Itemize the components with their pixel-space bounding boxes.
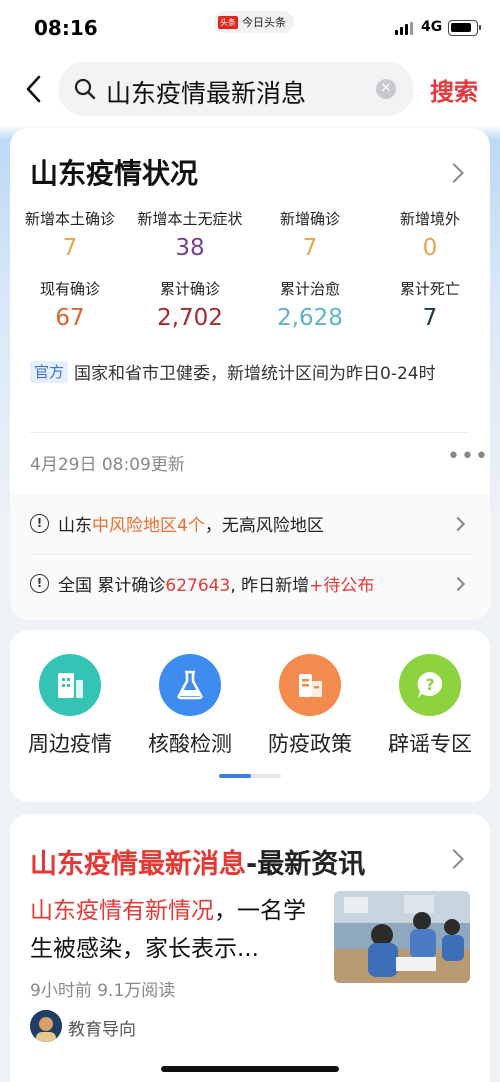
chevron-right-icon [450, 516, 466, 532]
stat-value: 0 [422, 235, 438, 261]
news-title[interactable]: 山东疫情有新情况，一名学生被感染，家长表示... [30, 892, 320, 968]
stat-item: 新增境外 0 [370, 208, 490, 261]
clear-icon[interactable]: ✕ [376, 79, 396, 99]
official-tag: 官方 [30, 361, 69, 383]
stat-label: 累计治愈 [279, 280, 340, 298]
stat-label: 新增境外 [399, 210, 460, 228]
signal-icon [395, 22, 415, 35]
stat-item: 累计死亡 7 [370, 278, 490, 331]
stat-value: 7 [302, 235, 318, 261]
news-meta: 9小时前 9.1万阅读 [30, 981, 176, 1001]
svg-text:?: ? [425, 675, 434, 694]
stat-item: 现有确诊 67 [10, 278, 130, 331]
search-bar: 山东疫情最新消息 ✕ 搜索 [0, 58, 500, 120]
page-indicator [219, 774, 281, 778]
buildings-icon [39, 654, 101, 716]
alert-text: 山东中风险地区4个，无高风险地区 [58, 516, 324, 536]
shortcut-label: 周边疫情 [28, 732, 112, 756]
author-avatar[interactable] [30, 1010, 62, 1042]
stat-label: 现有确诊 [39, 280, 100, 298]
stat-item: 新增本土无症状 38 [130, 208, 250, 261]
chevron-right-icon [450, 576, 466, 592]
back-button[interactable] [18, 72, 48, 106]
stat-value: 2,702 [157, 305, 223, 331]
alert-row-national[interactable]: ! 全国 累计确诊627643, 昨日新增+待公布 [10, 556, 490, 612]
shortcut-nucleic-test[interactable]: 核酸检测 [130, 654, 250, 758]
shortcut-label: 防疫政策 [268, 732, 352, 756]
alert-row-province[interactable]: ! 山东中风险地区4个，无高风险地区 [10, 496, 490, 552]
shortcut-label: 辟谣专区 [388, 732, 472, 756]
stat-value: 67 [55, 305, 85, 331]
app-indicator[interactable]: 头条 今日头条 [214, 11, 294, 33]
status-bar: 08:16 头条 今日头条 4G [0, 0, 500, 58]
author-name[interactable]: 教育导向 [68, 1015, 136, 1040]
shortcut-nearby[interactable]: 周边疫情 [10, 654, 130, 758]
shortcuts-card: 周边疫情 核酸检测 防疫政策 ? 辟谣专区 [10, 630, 490, 802]
news-card: 山东疫情最新消息-最新资讯 山东疫情有新情况，一名学生被感染，家长表示... 9… [10, 814, 490, 1082]
news-header[interactable]: 山东疫情最新消息-最新资讯 [30, 842, 365, 881]
stat-label: 累计确诊 [159, 280, 220, 298]
app-name: 今日头条 [242, 16, 286, 29]
stat-label: 累计死亡 [399, 280, 460, 298]
stat-value: 7 [422, 305, 438, 331]
stat-item: 累计确诊 2,702 [130, 278, 250, 331]
stat-label: 新增本土无症状 [137, 210, 243, 228]
news-thumbnail[interactable] [334, 891, 470, 983]
source-note: 官方 国家和省市卫健委，新增统计区间为昨日0-24时 [30, 358, 475, 390]
stat-label: 新增确诊 [279, 210, 340, 228]
stats-title[interactable]: 山东疫情状况 [30, 152, 198, 192]
alerts-section: ! 山东中风险地区4个，无高风险地区 ! 全国 累计确诊627643, 昨日新增… [10, 494, 490, 620]
divider [30, 554, 470, 555]
flask-icon [159, 654, 221, 716]
alert-text: 全国 累计确诊627643, 昨日新增+待公布 [58, 576, 375, 596]
epidemic-stats-card: 山东疫情状况 新增本土确诊 7 新增本土无症状 38 新增确诊 7 新增境外 0 现有确诊 67 累… [10, 128, 490, 620]
stat-item: 新增确诊 7 [250, 208, 370, 261]
home-indicator [161, 1066, 339, 1072]
alert-icon: ! [30, 574, 49, 593]
updated-time: 4月29日 08:09更新 [30, 455, 185, 475]
status-time: 08:16 [34, 16, 98, 40]
stat-item: 新增本土确诊 7 [10, 208, 130, 261]
question-bubble-icon: ? [399, 654, 461, 716]
back-arrow-icon [26, 75, 41, 103]
search-query[interactable]: 山东疫情最新消息 [106, 74, 306, 110]
chevron-right-icon[interactable] [444, 163, 464, 183]
stat-item: 累计治愈 2,628 [250, 278, 370, 331]
stat-label: 新增本土确诊 [24, 210, 115, 228]
stat-value: 38 [175, 235, 205, 261]
shortcut-label: 核酸检测 [148, 732, 232, 756]
network-type: 4G [421, 19, 443, 35]
alert-icon: ! [30, 514, 49, 533]
source-text: 国家和省市卫健委，新增统计区间为昨日0-24时 [74, 364, 436, 384]
app-logo: 头条 [218, 15, 238, 29]
stat-value: 2,628 [277, 305, 343, 331]
shortcut-rumor[interactable]: ? 辟谣专区 [370, 654, 490, 758]
more-icon[interactable]: ••• [447, 446, 489, 468]
search-icon [74, 78, 96, 100]
shortcut-policy[interactable]: 防疫政策 [250, 654, 370, 758]
search-button[interactable]: 搜索 [430, 72, 478, 107]
search-input[interactable]: 山东疫情最新消息 ✕ [58, 62, 414, 116]
stat-value: 7 [62, 235, 78, 261]
divider [30, 432, 470, 433]
document-building-icon [279, 654, 341, 716]
chevron-right-icon[interactable] [444, 849, 464, 869]
battery-icon [448, 20, 481, 36]
